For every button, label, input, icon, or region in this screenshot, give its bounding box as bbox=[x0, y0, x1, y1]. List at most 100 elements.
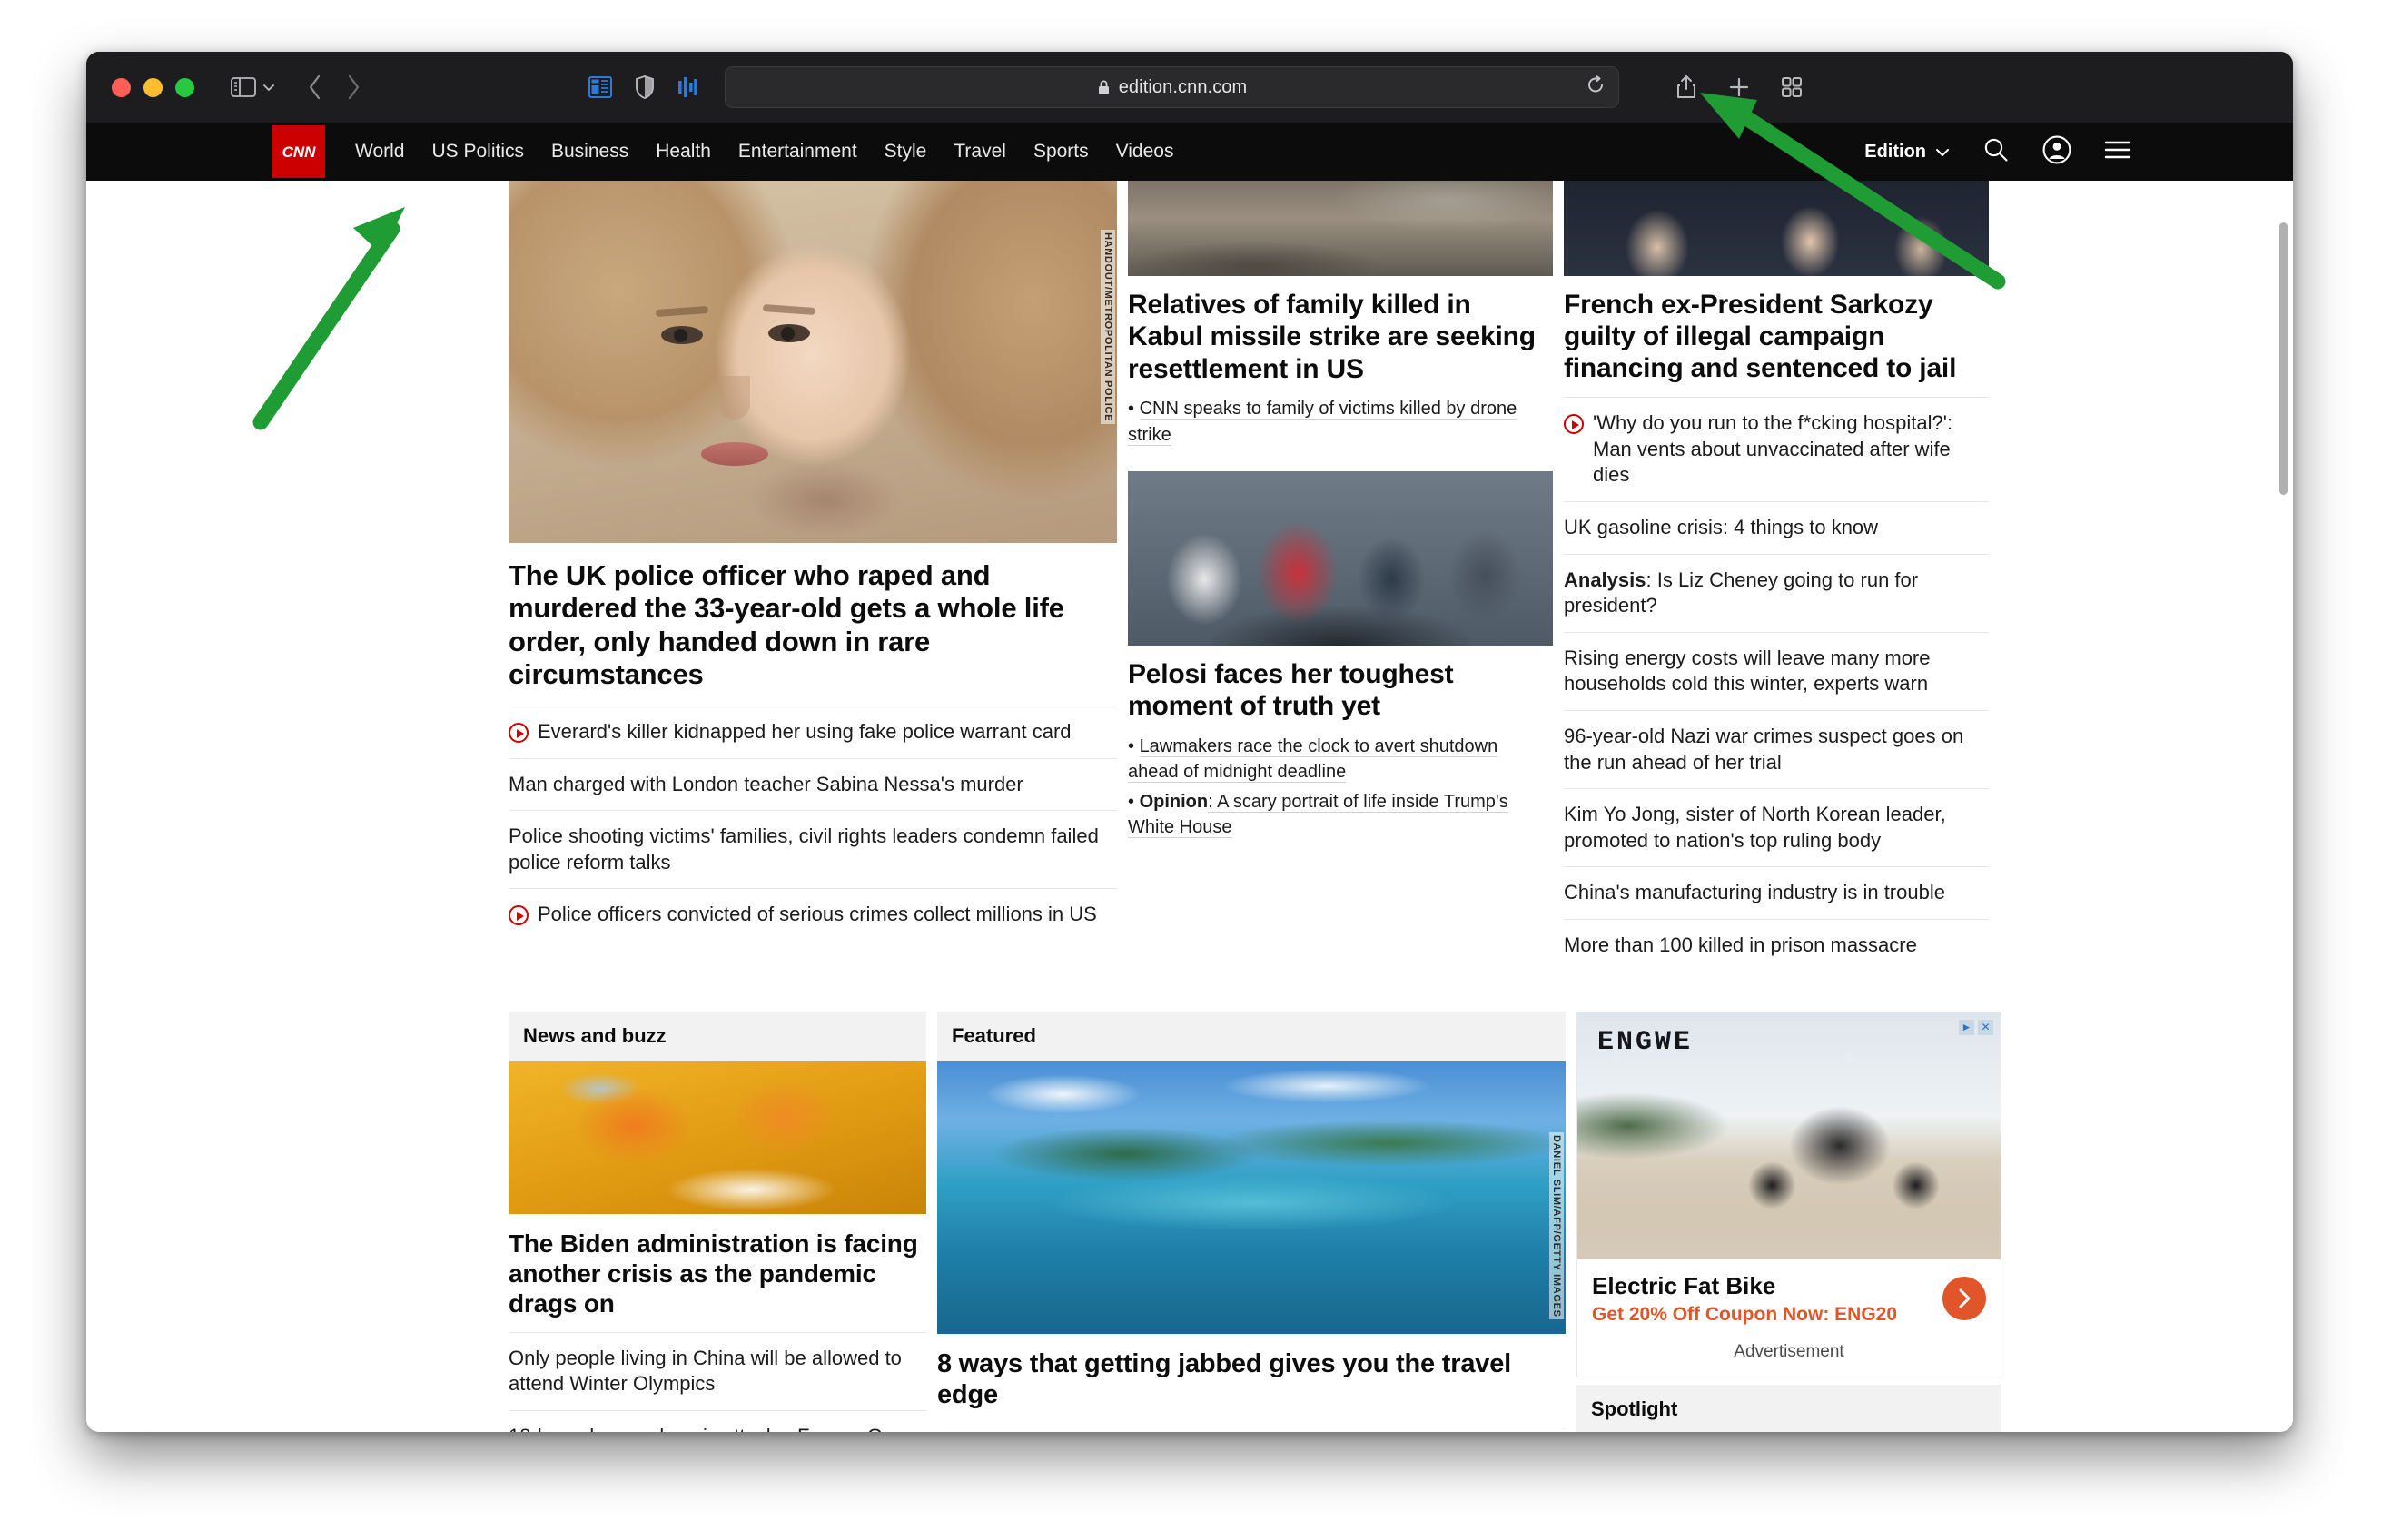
ad-disclosure-label: Advertisement bbox=[1734, 1341, 1844, 1361]
kabul-headline[interactable]: Relatives of family killed in Kabul miss… bbox=[1128, 276, 1553, 394]
edition-selector[interactable]: Edition bbox=[1864, 142, 1950, 163]
ad-text-block: Electric Fat Bike Get 20% Off Coupon Now… bbox=[1577, 1259, 2001, 1337]
sidebar-icon[interactable] bbox=[231, 77, 256, 97]
list-item[interactable]: Kim Yo Jong, sister of North Korean lead… bbox=[1564, 789, 1989, 868]
cnn-navigation-bar: CNN World US Politics Business Health En… bbox=[86, 123, 2293, 181]
window-controls[interactable] bbox=[112, 77, 194, 97]
minimize-window-button[interactable] bbox=[143, 77, 163, 97]
news-and-buzz-image[interactable] bbox=[509, 1061, 926, 1214]
svg-text:CNN: CNN bbox=[282, 143, 317, 161]
safari-window: edition.cnn.com CNN World US Politics Bu… bbox=[86, 52, 2293, 1432]
nav-item-health[interactable]: Health bbox=[656, 141, 711, 163]
tab-overview-icon[interactable] bbox=[1781, 76, 1803, 98]
user-account-icon[interactable] bbox=[2042, 135, 2071, 169]
plus-icon[interactable] bbox=[1728, 76, 1750, 98]
nav-item-travel[interactable]: Travel bbox=[954, 141, 1006, 163]
image-credit: DANIEL SLIM/AFP/GETTY IMAGES bbox=[1549, 1131, 1564, 1320]
list-item-label: 18-hour days and panic attacks: Former O… bbox=[509, 1424, 903, 1432]
list-item-label: More than 100 killed in prison massacre bbox=[1564, 933, 1917, 956]
right-rail: ENGWE ► ✕ Electric Fat Bike Get 20% Off … bbox=[1576, 1011, 2001, 1432]
list-item-label: Rising energy costs will leave many more… bbox=[1564, 646, 1931, 696]
safari-toolbar: edition.cnn.com bbox=[86, 52, 2293, 123]
back-arrow-icon[interactable] bbox=[307, 74, 323, 101]
chevron-down-icon bbox=[1935, 142, 1950, 163]
list-item-label: 96-year-old Nazi war crimes suspect goes… bbox=[1564, 725, 1964, 774]
nav-item-business[interactable]: Business bbox=[551, 141, 628, 163]
nav-item-entertainment[interactable]: Entertainment bbox=[738, 141, 857, 163]
extension-icon[interactable] bbox=[677, 75, 697, 99]
bullet-prefix: Opinion bbox=[1139, 791, 1209, 812]
featured-headline[interactable]: 8 ways that getting jabbed gives you the… bbox=[937, 1334, 1566, 1426]
featured-title: Featured bbox=[937, 1011, 1566, 1061]
hamburger-menu-icon[interactable] bbox=[2104, 140, 2131, 164]
list-item[interactable]: Police shooting victims' families, civil… bbox=[509, 811, 1117, 890]
featured-card: Featured DANIEL SLIM/AFP/GETTY IMAGES 8 … bbox=[937, 1011, 1566, 1432]
list-item[interactable]: China's manufacturing industry is in tro… bbox=[1564, 867, 1989, 920]
adchoices-controls[interactable]: ► ✕ bbox=[1959, 1019, 1993, 1035]
list-item[interactable]: 18-hour days and panic attacks: Former O… bbox=[509, 1411, 926, 1432]
share-icon[interactable] bbox=[1675, 74, 1697, 100]
news-and-buzz-title: News and buzz bbox=[509, 1011, 926, 1061]
advertisement-box[interactable]: ENGWE ► ✕ Electric Fat Bike Get 20% Off … bbox=[1576, 1011, 2001, 1377]
list-item[interactable]: Police officers convicted of serious cri… bbox=[509, 889, 1117, 941]
list-item[interactable]: Everard's killer kidnapped her using fak… bbox=[509, 706, 1117, 759]
sarkozy-headline[interactable]: French ex-President Sarkozy guilty of il… bbox=[1564, 276, 1989, 397]
search-icon[interactable] bbox=[1982, 136, 2010, 168]
video-play-icon bbox=[509, 723, 529, 744]
url-text: edition.cnn.com bbox=[1118, 76, 1248, 97]
cnn-logo[interactable]: CNN bbox=[272, 125, 325, 178]
adchoices-play-icon[interactable]: ► bbox=[1959, 1019, 1974, 1035]
portrait-photo bbox=[509, 181, 1117, 543]
nav-item-style[interactable]: Style bbox=[885, 141, 927, 163]
forward-arrow-icon[interactable] bbox=[345, 74, 361, 101]
close-window-button[interactable] bbox=[112, 77, 131, 97]
privacy-shield-icon[interactable] bbox=[636, 75, 654, 99]
list-item-label: 'Why do you run to the f*cking hospital?… bbox=[1593, 411, 1953, 487]
list-item[interactable]: Analysis: Is Liz Cheney going to run for… bbox=[1564, 555, 1989, 633]
lead-headline[interactable]: The UK police officer who raped and murd… bbox=[509, 543, 1117, 706]
list-item-label: UK gasoline crisis: 4 things to know bbox=[1564, 516, 1879, 539]
pelosi-bullets: • Lawmakers race the clock to avert shut… bbox=[1128, 732, 1553, 852]
featured-image[interactable]: DANIEL SLIM/AFP/GETTY IMAGES bbox=[937, 1061, 1566, 1334]
bullet-item[interactable]: • CNN speaks to family of victims killed… bbox=[1128, 394, 1553, 449]
sarkozy-story-image[interactable] bbox=[1564, 181, 1989, 276]
spotlight-card: Spotlight We sold up our stuff to travel… bbox=[1576, 1384, 2001, 1432]
page-scrollbar[interactable] bbox=[2279, 222, 2288, 495]
list-item[interactable]: 'Why do you run to the f*cking hospital?… bbox=[1564, 398, 1989, 503]
nav-item-us-politics[interactable]: US Politics bbox=[431, 141, 524, 163]
pelosi-story-image[interactable] bbox=[1128, 470, 1553, 646]
reader-view-icon[interactable] bbox=[588, 76, 612, 98]
list-item[interactable]: UK gasoline crisis: 4 things to know bbox=[1564, 502, 1989, 555]
lead-story-image[interactable]: HANDOUT/METROPOLITAN POLICE bbox=[509, 181, 1117, 543]
ad-cta-button[interactable] bbox=[1942, 1277, 1986, 1321]
middle-story-column: Relatives of family killed in Kabul miss… bbox=[1128, 181, 1553, 972]
nav-item-videos[interactable]: Videos bbox=[1116, 141, 1174, 163]
right-link-list: 'Why do you run to the f*cking hospital?… bbox=[1564, 397, 1989, 971]
pelosi-headline[interactable]: Pelosi faces her toughest moment of trut… bbox=[1128, 646, 1553, 732]
address-bar[interactable]: edition.cnn.com bbox=[725, 66, 1619, 108]
news-and-buzz-headline[interactable]: The Biden administration is facing anoth… bbox=[509, 1214, 926, 1332]
video-play-icon bbox=[509, 905, 529, 926]
lead-link-list: Everard's killer kidnapped her using fak… bbox=[509, 706, 1117, 941]
list-item[interactable]: 96-year-old Nazi war crimes suspect goes… bbox=[1564, 711, 1989, 790]
reload-icon[interactable] bbox=[1586, 75, 1606, 100]
list-item[interactable]: Only people living in China will be allo… bbox=[509, 1333, 926, 1411]
featured-secondary-item[interactable]: Where Princess Diana lived bbox=[937, 1426, 1566, 1432]
list-item[interactable]: Rising energy costs will leave many more… bbox=[1564, 633, 1989, 712]
list-item[interactable]: Man charged with London teacher Sabina N… bbox=[509, 759, 1117, 812]
news-and-buzz-card: News and buzz The Biden administration i… bbox=[509, 1011, 926, 1432]
nav-item-world[interactable]: World bbox=[355, 141, 404, 163]
ad-image[interactable]: ENGWE ► ✕ bbox=[1577, 1012, 2001, 1259]
adchoices-close-icon[interactable]: ✕ bbox=[1978, 1019, 1993, 1035]
bullet-label: CNN speaks to family of victims killed b… bbox=[1128, 399, 1517, 446]
top-story-columns: HANDOUT/METROPOLITAN POLICE The UK polic… bbox=[509, 181, 1993, 972]
chevron-down-icon[interactable] bbox=[262, 82, 276, 93]
nav-item-sports[interactable]: Sports bbox=[1033, 141, 1089, 163]
ad-subtitle: Get 20% Off Coupon Now: ENG20 bbox=[1592, 1303, 1898, 1325]
kabul-story-image[interactable] bbox=[1128, 181, 1553, 276]
right-story-column: French ex-President Sarkozy guilty of il… bbox=[1564, 181, 1989, 972]
bullet-item[interactable]: • Lawmakers race the clock to avert shut… bbox=[1128, 732, 1553, 787]
list-item[interactable]: More than 100 killed in prison massacre bbox=[1564, 920, 1989, 972]
maximize-window-button[interactable] bbox=[175, 77, 194, 97]
bullet-item[interactable]: • Opinion: A scary portrait of life insi… bbox=[1128, 787, 1553, 843]
